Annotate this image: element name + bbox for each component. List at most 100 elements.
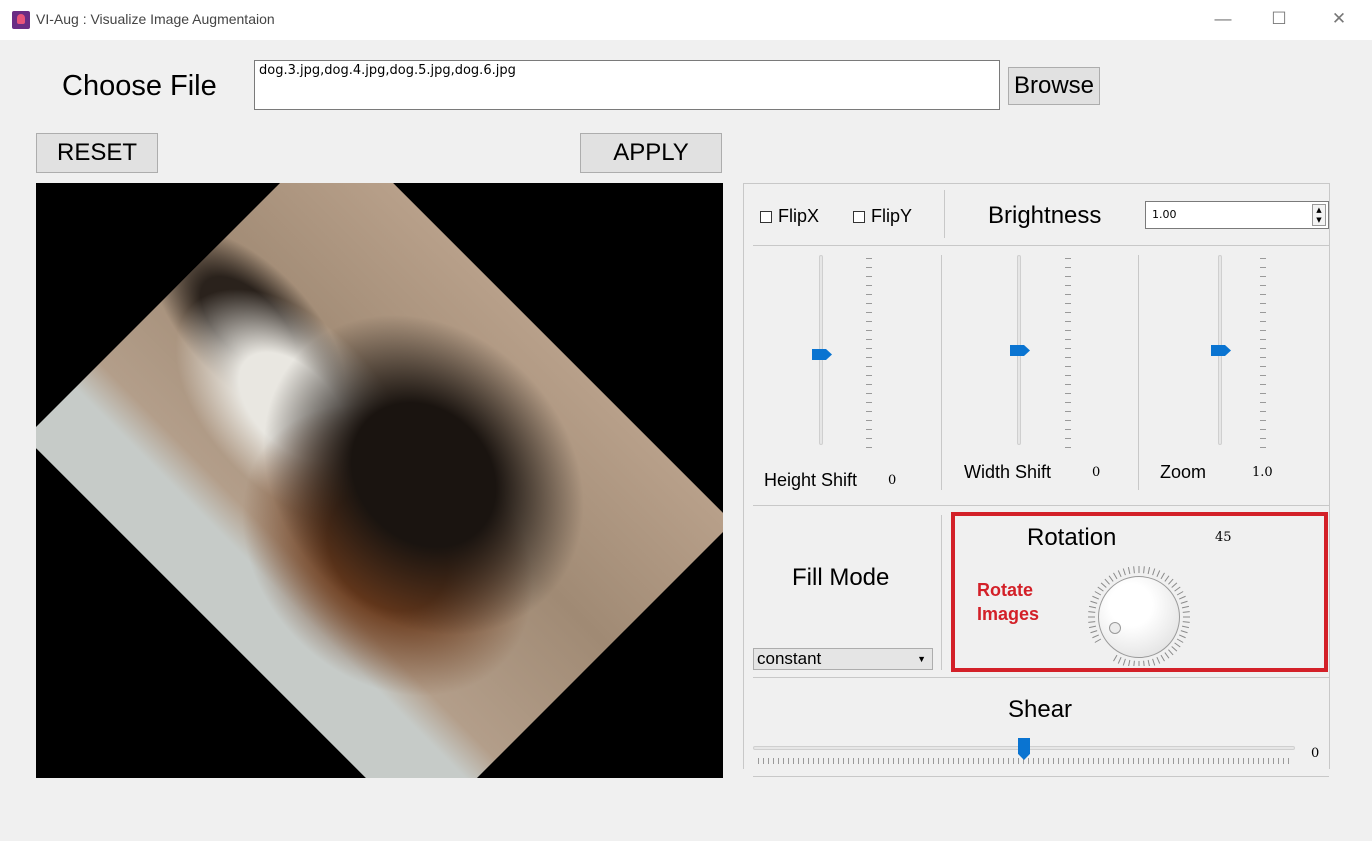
dial-tick [1152,658,1156,666]
checkbox-icon[interactable] [760,210,772,223]
rotation-dial[interactable] [1098,576,1180,658]
slider-ticks [1260,258,1266,448]
width-shift-label: Width Shift [964,462,1052,482]
dial-tick [1094,638,1102,643]
width-shift-slider-thumb[interactable] [1010,345,1030,356]
dial-tick [1164,575,1170,582]
brightness-spinbox[interactable]: 1.00 ▲ ▼ [1145,201,1329,229]
dial-tick [1122,568,1126,576]
dial-tick [1100,582,1107,588]
dial-tick [1176,591,1184,596]
close-icon[interactable]: ✕ [1324,6,1354,32]
dial-tick [1168,578,1174,585]
height-shift-value: 0 [888,473,897,488]
dial-tick [1108,575,1114,582]
zoom-slider-thumb[interactable] [1211,345,1231,356]
dial-tick [1113,654,1118,662]
chevron-down-icon[interactable]: ▼ [917,649,926,669]
apply-button[interactable]: APPLY [580,133,722,173]
file-path-field[interactable]: dog.3.jpg,dog.4.jpg,dog.5.jpg,dog.6.jpg [254,60,1000,110]
reset-button[interactable]: RESET [36,133,158,173]
dial-tick [1182,621,1190,623]
dial-tick [1147,659,1150,666]
dial-tick [1122,658,1126,666]
divider [1138,255,1139,490]
spin-arrows-icon[interactable]: ▲ ▼ [1312,204,1326,226]
dial-tick [1117,570,1122,578]
fill-mode-selected: constant [757,649,822,668]
dial-tick [1133,660,1135,666]
dial-tick [1092,634,1100,639]
dial-tick [1181,625,1189,629]
dial-tick [1094,591,1102,596]
dial-tick [1127,567,1131,575]
dial-tick [1178,595,1186,600]
shear-label: Shear [1008,696,1073,723]
maximize-icon[interactable]: ☐ [1264,6,1294,32]
dial-tick [1182,611,1190,613]
dial-tick [1171,582,1178,588]
divider [941,515,942,670]
choose-file-label: Choose File [62,70,217,102]
shear-value: 0 [1311,746,1320,761]
dial-tick [1089,605,1097,609]
rotation-value: 45 [1215,530,1232,545]
divider [944,190,945,238]
divider [753,505,1329,506]
dial-tick [1113,572,1118,580]
window-title: VI-Aug : Visualize Image Augmentaion [36,11,275,27]
image-preview [36,183,723,778]
width-shift-value: 0 [1092,465,1101,480]
slider-ticks [1065,258,1071,448]
dial-tick [1152,568,1156,576]
shear-slider-thumb[interactable] [1018,738,1030,760]
zoom-value: 1.0 [1252,465,1273,480]
flip-y-checkbox[interactable]: FlipY [853,206,912,227]
fill-mode-select[interactable]: constant ▼ [753,648,933,670]
dial-tick [1178,634,1186,639]
divider [753,776,1329,777]
dial-tick [1160,654,1165,662]
dial-tick [1088,611,1096,613]
dial-tick [1117,656,1122,664]
panel-top-divider [743,183,1329,184]
dial-tick [1176,638,1184,643]
dial-tick [1164,652,1170,659]
height-shift-label: Height Shift [764,470,858,490]
dial-tick [1174,642,1181,648]
dial-tick [1156,656,1161,664]
panel-left-divider [743,183,744,769]
dial-tick [1180,600,1188,604]
dial-tick [1092,595,1100,600]
dial-tick [1147,567,1151,575]
dial-tick [1160,572,1165,580]
rotate-images-caption: Rotate Images [977,580,1040,624]
dial-tick [1180,630,1188,634]
checkbox-icon[interactable] [853,210,865,223]
height-shift-slider-thumb[interactable] [812,349,832,360]
dial-tick [1090,630,1098,634]
flip-x-checkbox[interactable]: FlipX [760,206,819,227]
panel-right-divider [1329,183,1330,769]
dial-tick [1168,649,1174,656]
flip-y-label: FlipY [871,206,913,226]
dial-tick [1156,570,1161,578]
dial-tick [1104,578,1110,585]
minimize-icon[interactable]: — [1208,6,1238,32]
slider-ticks [866,258,872,448]
brightness-value: 1.00 [1152,208,1177,221]
divider [753,245,1329,246]
divider [941,255,942,490]
dial-tick [1090,600,1098,604]
dial-tick [1143,566,1145,574]
brightness-label: Brightness [988,202,1102,229]
dial-tick [1171,646,1178,652]
dial-tick [1174,586,1181,592]
rotation-label: Rotation [1027,524,1117,551]
dial-tick [1143,660,1145,666]
dial-tick [1181,605,1189,609]
zoom-label: Zoom [1160,462,1207,482]
browse-button[interactable]: Browse [1008,67,1100,105]
dial-tick [1097,586,1104,592]
dial-indicator-icon [1109,622,1121,634]
